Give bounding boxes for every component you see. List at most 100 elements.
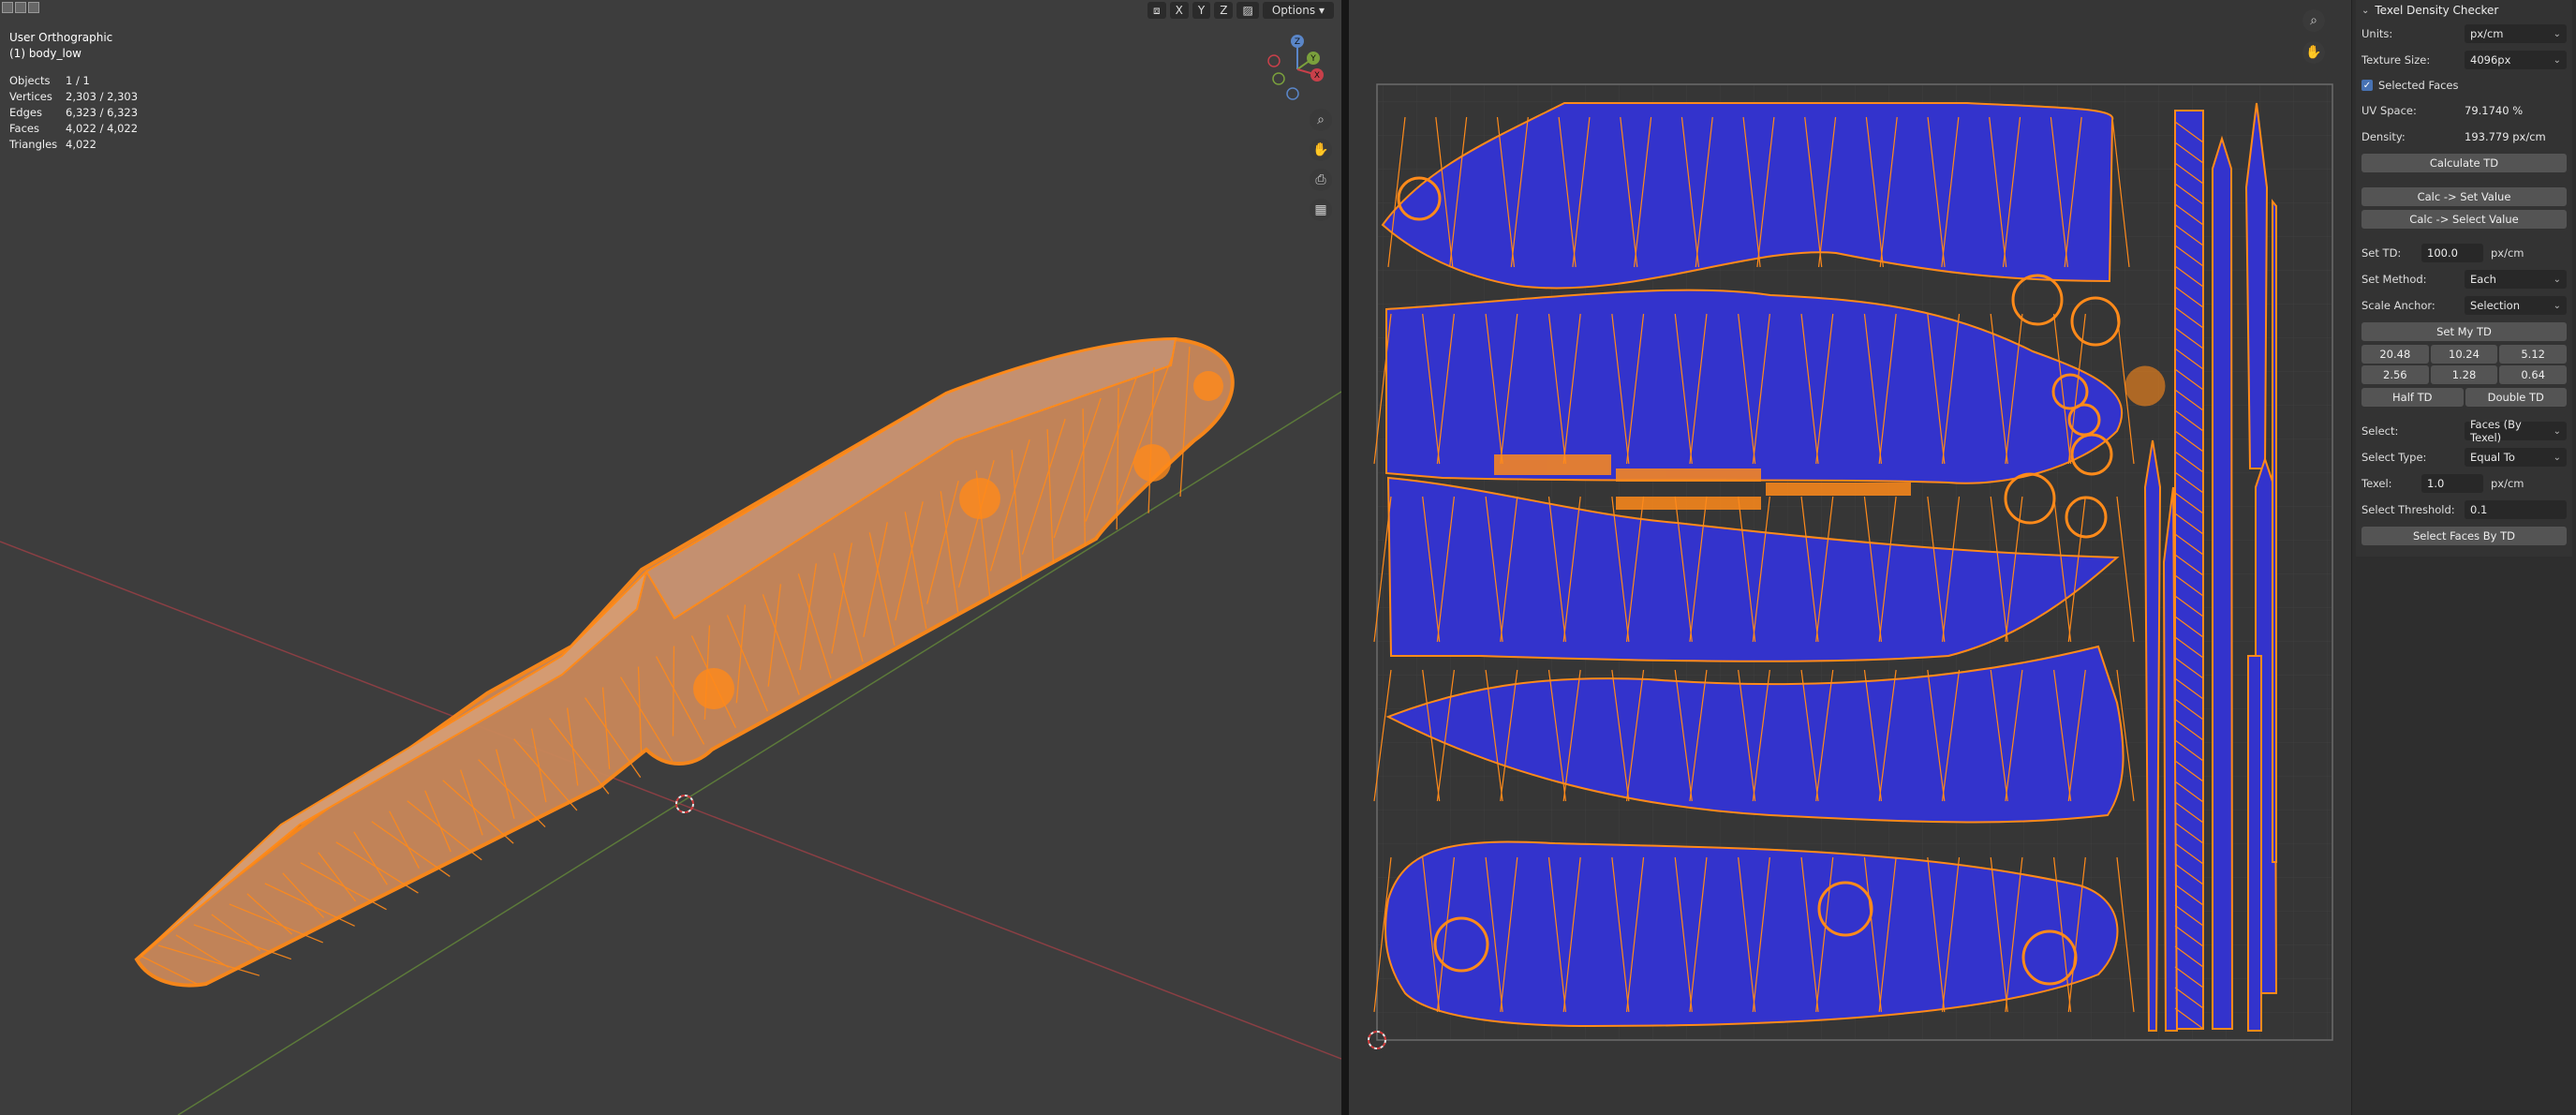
select-row: Select: Faces (By Texel) ⌄ (2356, 418, 2572, 444)
viewport-header: ⧈ X Y Z ▨ Options ▾ (1147, 0, 1334, 21)
gizmo-x-label: X (1314, 71, 1320, 81)
scale-anchor-row: Scale Anchor: Selection ⌄ (2356, 292, 2572, 319)
gizmo-z-label: Z (1295, 37, 1300, 47)
density-value: 193.779 px/cm (2465, 130, 2546, 143)
chevron-down-icon: ⌄ (2553, 54, 2561, 66)
texel-density-panel: ⌄ Texel Density Checker Units: px/cm ⌄ Te… (2356, 0, 2572, 557)
texture-size-dropdown[interactable]: 4096px ⌄ (2465, 51, 2567, 69)
units-value: px/cm (2470, 27, 2504, 40)
panel-header[interactable]: ⌄ Texel Density Checker (2356, 0, 2572, 21)
half-double-buttons: Half TD Double TD (2361, 388, 2567, 407)
texture-size-row: Texture Size: 4096px ⌄ (2356, 47, 2572, 73)
stat-row: Edges 6,323 / 6,323 (9, 105, 138, 121)
stat-row: Faces 4,022 / 4,022 (9, 121, 138, 137)
select-type-dropdown[interactable]: Equal To ⌄ (2465, 448, 2567, 467)
select-label: Select: (2361, 424, 2399, 438)
density-row: Density: 193.779 px/cm (2356, 124, 2572, 150)
set-td-unit: px/cm (2491, 246, 2524, 260)
chevron-down-icon: ⌄ (2553, 274, 2561, 285)
td-preset-button[interactable]: 5.12 (2499, 345, 2567, 364)
knife-model[interactable] (134, 336, 1235, 988)
td-preset-button[interactable]: 0.64 (2499, 365, 2567, 384)
texture-size-value: 4096px (2470, 53, 2511, 67)
uv-strip (2244, 102, 2269, 469)
overlay-icon[interactable]: ▨ (1236, 2, 1259, 19)
units-row: Units: px/cm ⌄ (2356, 21, 2572, 47)
camera-icon[interactable]: ⎙ (1310, 169, 1332, 191)
zoom-icon[interactable]: ⌕ (1310, 109, 1332, 131)
selected-faces-label: Selected Faces (2378, 79, 2459, 92)
area-divider[interactable] (1341, 0, 1349, 1115)
texture-size-label: Texture Size: (2361, 53, 2431, 67)
mirror-x-toggle[interactable]: X (1169, 2, 1189, 19)
panel-title: Texel Density Checker (2375, 4, 2499, 17)
set-method-dropdown[interactable]: Each ⌄ (2465, 270, 2567, 289)
select-type-label: Select Type: (2361, 451, 2427, 464)
navigation-gizmo[interactable]: Z Y X (1265, 34, 1330, 104)
select-type-row: Select Type: Equal To ⌄ (2356, 444, 2572, 470)
uv-space-value: 79.1740 % (2465, 104, 2524, 117)
uv-editor[interactable]: ⌕ ✋ (1349, 0, 2351, 1115)
units-label: Units: (2361, 27, 2393, 40)
stat-label: Objects (9, 74, 51, 87)
uv-strip (2247, 655, 2262, 1032)
select-faces-by-td-button[interactable]: Select Faces By TD (2361, 527, 2567, 545)
stat-row: Vertices 2,303 / 2,303 (9, 89, 138, 105)
calc-set-value-button[interactable]: Calc -> Set Value (2361, 187, 2567, 206)
scale-anchor-label: Scale Anchor: (2361, 299, 2435, 312)
threshold-field[interactable]: 0.1 (2465, 500, 2567, 519)
texel-label: Texel: (2361, 477, 2392, 490)
uv-navigation-tools: ⌕ ✋ (2302, 9, 2325, 64)
pan-hand-icon[interactable]: ✋ (1310, 139, 1332, 161)
stat-row: Triangles 4,022 (9, 137, 138, 153)
uv-strip (2212, 135, 2234, 1030)
mirror-z-toggle[interactable]: Z (1214, 2, 1234, 19)
stat-label: Triangles (9, 138, 58, 151)
uv-layout-canvas[interactable] (1349, 0, 2351, 1115)
chevron-down-icon: ⌄ (2553, 452, 2561, 463)
pan-hand-icon[interactable]: ✋ (2302, 41, 2325, 64)
uv-space-row: UV Space: 79.1740 % (2356, 97, 2572, 124)
stat-value: 4,022 (66, 138, 96, 151)
td-preset-button[interactable]: 1.28 (2430, 365, 2498, 384)
half-td-button[interactable]: Half TD (2361, 388, 2464, 407)
set-td-field[interactable]: 100.0 (2421, 244, 2483, 262)
options-dropdown[interactable]: Options ▾ (1262, 2, 1334, 19)
mode-icon[interactable] (15, 2, 26, 13)
td-preset-button[interactable]: 20.48 (2361, 345, 2429, 364)
mirror-y-toggle[interactable]: Y (1192, 2, 1211, 19)
stat-label: Faces (9, 122, 39, 135)
texel-field[interactable]: 1.0 (2421, 474, 2483, 493)
3d-viewport[interactable]: User Orthographic (1) body_low Objects 1 … (0, 0, 1341, 1115)
texel-unit: px/cm (2491, 477, 2524, 490)
scale-anchor-dropdown[interactable]: Selection ⌄ (2465, 296, 2567, 315)
units-dropdown[interactable]: px/cm ⌄ (2465, 24, 2567, 43)
uv-strip (2143, 439, 2162, 1032)
editor-type-selector[interactable] (2, 2, 39, 13)
chevron-down-icon: ⌄ (2553, 300, 2561, 311)
density-label: Density: (2361, 130, 2406, 143)
stat-value: 6,323 / 6,323 (66, 106, 139, 119)
knife-mesh-scene (0, 336, 1341, 1115)
calculate-td-button[interactable]: Calculate TD (2361, 154, 2567, 172)
td-preset-button[interactable]: 2.56 (2361, 365, 2429, 384)
set-td-label: Set TD: (2361, 246, 2402, 260)
double-td-button[interactable]: Double TD (2465, 388, 2567, 407)
selected-faces-row: ✓ Selected Faces (2356, 73, 2572, 97)
select-dropdown[interactable]: Faces (By Texel) ⌄ (2465, 418, 2567, 444)
grid-icon[interactable]: ▦ (1310, 199, 1332, 221)
chevron-down-icon[interactable]: ⌄ (2361, 6, 2369, 16)
set-my-td-button[interactable]: Set My TD (2361, 322, 2567, 341)
mode-icon[interactable] (28, 2, 39, 13)
calc-select-value-button[interactable]: Calc -> Select Value (2361, 210, 2567, 229)
chevron-down-icon: ⌄ (2553, 425, 2561, 437)
zoom-icon[interactable]: ⌕ (2302, 9, 2325, 32)
mirror-icon[interactable]: ⧈ (1147, 2, 1166, 19)
view-name: User Orthographic (9, 31, 113, 44)
selected-faces-checkbox[interactable]: ✓ (2361, 80, 2373, 91)
chevron-down-icon: ▾ (1318, 4, 1325, 17)
mode-icon[interactable] (2, 2, 13, 13)
stat-label: Edges (9, 106, 42, 119)
td-preset-button[interactable]: 10.24 (2430, 345, 2498, 364)
stat-value: 4,022 / 4,022 (66, 122, 139, 135)
